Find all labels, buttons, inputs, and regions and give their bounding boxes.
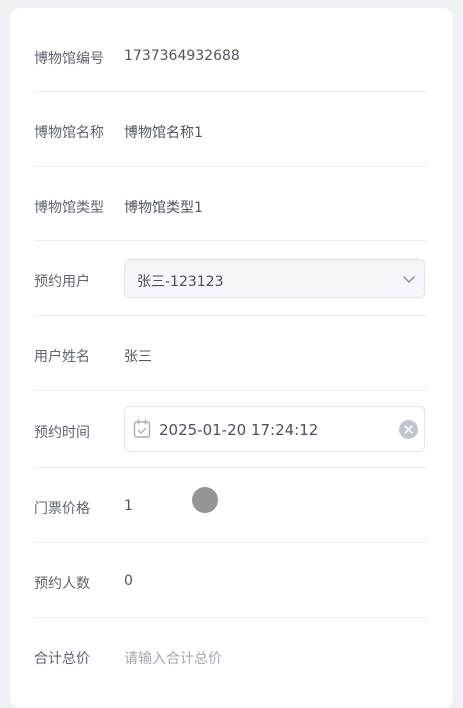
form-row-museum-id: 博物馆编号 1737364932688 [34, 8, 427, 92]
reserve-user-label: 预约用户 [34, 274, 90, 290]
form-row-ticket-price: 门票价格 1 [34, 467, 427, 543]
form-row-total-price: 合计总价 请输入合计总价 [34, 617, 427, 707]
clear-icon[interactable] [399, 420, 418, 439]
reserve-user-selected-value: 张三-123123 [137, 274, 224, 290]
user-name-value: 张三 [124, 349, 152, 365]
ticket-price-value: 1 [124, 498, 133, 514]
museum-name-value: 博物馆名称1 [124, 125, 203, 141]
reservation-form-card: 博物馆编号 1737364932688 博物馆名称 博物馆名称1 博物馆类型 博… [10, 8, 453, 708]
total-price-input[interactable]: 请输入合计总价 [124, 648, 222, 668]
form-row-museum-type: 博物馆类型 博物馆类型1 [34, 166, 427, 241]
museum-id-value: 1737364932688 [124, 48, 240, 64]
reserve-count-label: 预约人数 [34, 576, 90, 592]
reserve-count-value: 0 [124, 573, 133, 589]
reserve-user-select[interactable]: 张三-123123 [124, 259, 425, 298]
museum-id-label: 博物馆编号 [34, 51, 104, 67]
museum-type-label: 博物馆类型 [34, 200, 104, 216]
calendar-icon [133, 419, 151, 438]
touch-indicator [192, 487, 218, 513]
user-name-label: 用户姓名 [34, 349, 90, 365]
form-row-user-name: 用户姓名 张三 [34, 315, 427, 391]
reserve-time-value: 2025-01-20 17:24:12 [159, 421, 319, 439]
form-row-museum-name: 博物馆名称 博物馆名称1 [34, 91, 427, 167]
total-price-label: 合计总价 [34, 651, 90, 667]
form-row-reserve-count: 预约人数 0 [34, 542, 427, 618]
museum-type-value: 博物馆类型1 [124, 200, 203, 216]
reserve-time-label: 预约时间 [34, 425, 90, 441]
ticket-price-label: 门票价格 [34, 501, 90, 517]
museum-name-label: 博物馆名称 [34, 125, 104, 141]
chevron-down-icon [403, 276, 415, 283]
form-row-reserve-time: 预约时间 2025-01-20 17:24:12 [34, 390, 427, 468]
reserve-time-picker[interactable]: 2025-01-20 17:24:12 [124, 406, 425, 452]
form-row-reserve-user: 预约用户 张三-123123 [34, 240, 427, 316]
